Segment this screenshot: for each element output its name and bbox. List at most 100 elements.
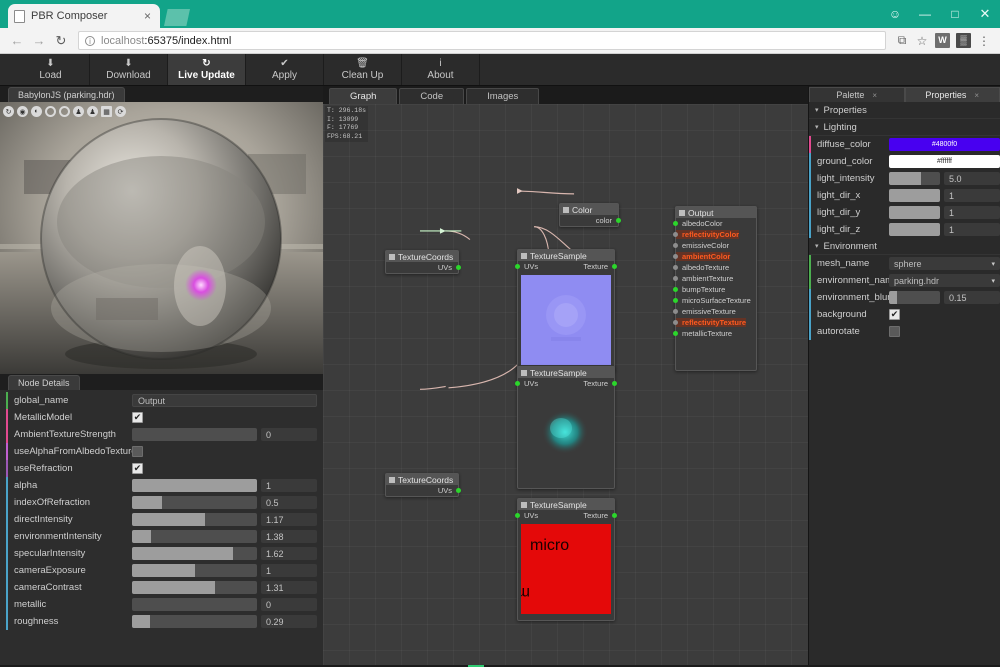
port-dot-out[interactable] (612, 381, 617, 386)
slider-value[interactable]: 0.5 (261, 496, 317, 509)
profile-icon[interactable]: ☺ (880, 0, 910, 28)
collapse-icon[interactable] (389, 253, 395, 260)
slider-value[interactable]: 1.62 (261, 547, 317, 560)
collapse-icon[interactable] (563, 206, 569, 213)
graph-canvas[interactable]: T: 296.18s I: 13099 F: 17769 FPS:68.21 C… (323, 104, 808, 665)
select-dropdown[interactable]: parking.hdr ▾ (889, 274, 1000, 287)
extension-film-icon[interactable]: ▒ (956, 33, 971, 48)
port-dot[interactable] (673, 309, 678, 314)
slider[interactable] (132, 547, 257, 560)
port-dot[interactable] (673, 265, 678, 270)
maximize-button[interactable]: □ (940, 0, 970, 28)
slider-value[interactable]: 1 (944, 189, 1000, 202)
preview-viewport[interactable]: ↻ ◉ ◐ ♟ ♟ ▦ ⟳ (0, 102, 323, 374)
port-dot[interactable] (673, 298, 678, 303)
section-header-lighting[interactable]: ▾ Lighting (809, 119, 1000, 136)
port-color-out[interactable]: color (560, 215, 621, 226)
bookmark-star-icon[interactable]: ☆ (912, 34, 932, 48)
port-dot-out[interactable] (612, 513, 617, 518)
tab-palette[interactable]: Palette × (809, 87, 905, 102)
color-swatch[interactable]: #4800f0 (889, 138, 1000, 151)
port-dot[interactable] (673, 287, 678, 292)
port-ambientTexture[interactable]: ambientTexture (673, 273, 756, 284)
section-header-environment[interactable]: ▾ Environment (809, 238, 1000, 255)
port-albedoTexture[interactable]: albedoTexture (673, 262, 756, 273)
slider-value[interactable]: 1 (261, 564, 317, 577)
port-row-uvs-texture[interactable]: UVs Texture (515, 261, 617, 272)
translate-icon[interactable]: ⧉ (892, 33, 912, 48)
collapse-icon[interactable] (521, 501, 527, 508)
collapse-icon[interactable] (521, 369, 527, 376)
slider[interactable] (889, 291, 940, 304)
close-icon[interactable]: × (974, 91, 979, 100)
slider-value[interactable]: 0 (261, 428, 317, 441)
slider[interactable] (132, 513, 257, 526)
rotate-icon[interactable]: ↻ (3, 106, 14, 117)
color-swatch[interactable]: #ffffff (889, 155, 1000, 168)
clean-up-button[interactable]: 🗑 Clean Up (324, 54, 402, 85)
slider-value[interactable]: 1 (261, 479, 317, 492)
slider-value[interactable]: 1.17 (261, 513, 317, 526)
slider-value[interactable]: 1 (944, 206, 1000, 219)
slider[interactable] (132, 615, 257, 628)
port-emissiveTexture[interactable]: emissiveTexture (673, 306, 756, 317)
circle-icon[interactable] (45, 106, 56, 117)
person2-icon[interactable]: ♟ (87, 106, 98, 117)
load-button[interactable]: ⬇ Load (12, 54, 90, 85)
slider-value[interactable]: 1.31 (261, 581, 317, 594)
live-update-button[interactable]: ↻ Live Update (168, 54, 246, 85)
grid-icon[interactable]: ▦ (101, 106, 112, 117)
slider[interactable] (889, 189, 940, 202)
port-reflectivityColor[interactable]: reflectivityColor (673, 229, 756, 240)
port-uvs-out[interactable]: UVs (386, 262, 461, 273)
port-bumpTexture[interactable]: bumpTexture (673, 284, 756, 295)
node-texturesample-2[interactable]: TextureSample UVs Texture (515, 366, 617, 489)
collapse-icon[interactable] (679, 209, 685, 216)
collapse-icon[interactable] (521, 252, 527, 259)
forward-icon[interactable]: → (28, 33, 50, 48)
slider[interactable] (132, 428, 257, 441)
back-icon[interactable]: ← (6, 33, 28, 48)
slider-value[interactable]: 1.38 (261, 530, 317, 543)
node-output[interactable]: Output albedoColor reflectivityColor emiss… (673, 206, 757, 371)
port-emissiveColor[interactable]: emissiveColor (673, 240, 756, 251)
reload-icon[interactable]: ↻ (50, 33, 72, 49)
port-uvs-out[interactable]: UVs (386, 485, 461, 496)
section-header-properties[interactable]: ▾ Properties (809, 102, 1000, 119)
new-tab-button[interactable] (164, 9, 190, 26)
node-texturecoords-2[interactable]: TextureCoords UVs (385, 473, 461, 497)
address-bar[interactable]: i localhost:65375/index.html (78, 31, 886, 50)
slider[interactable] (132, 598, 257, 611)
about-button[interactable]: i About (402, 54, 480, 85)
port-dot[interactable] (673, 320, 678, 325)
slider[interactable] (132, 496, 257, 509)
slider[interactable] (889, 172, 940, 185)
port-dot[interactable] (456, 488, 461, 493)
slider[interactable] (889, 206, 940, 219)
port-dot[interactable] (673, 254, 678, 259)
node-texturesample-3[interactable]: TextureSample UVs Texture micro micro (491, 498, 617, 621)
port-microSurfaceTexture[interactable]: microSurfaceTexture (673, 295, 756, 306)
port-dot-in[interactable] (515, 264, 520, 269)
download-button[interactable]: ⬇ Download (90, 54, 168, 85)
slider-value[interactable]: 0.29 (261, 615, 317, 628)
port-dot[interactable] (673, 221, 678, 226)
slider-value[interactable]: 0.15 (944, 291, 1000, 304)
sphere-icon[interactable] (59, 106, 70, 117)
port-dot[interactable] (616, 218, 621, 223)
globe-icon[interactable]: ◉ (17, 106, 28, 117)
slider[interactable] (132, 479, 257, 492)
tab-code[interactable]: Code (399, 88, 465, 104)
close-icon[interactable]: × (872, 91, 877, 100)
slider-value[interactable]: 0 (261, 598, 317, 611)
port-albedoColor[interactable]: albedoColor (673, 218, 756, 229)
tab-babylonjs-preview[interactable]: BabylonJS (parking.hdr) (8, 87, 125, 102)
info-icon[interactable]: i (85, 35, 95, 46)
port-dot[interactable] (673, 232, 678, 237)
shade-icon[interactable]: ◐ (31, 106, 42, 117)
slider[interactable] (132, 564, 257, 577)
port-reflectivityTexture[interactable]: reflectivityTexture (673, 317, 756, 328)
port-ambientColor[interactable]: ambientColor (673, 251, 756, 262)
checkbox[interactable]: ✔ (889, 309, 900, 320)
port-dot[interactable] (456, 265, 461, 270)
